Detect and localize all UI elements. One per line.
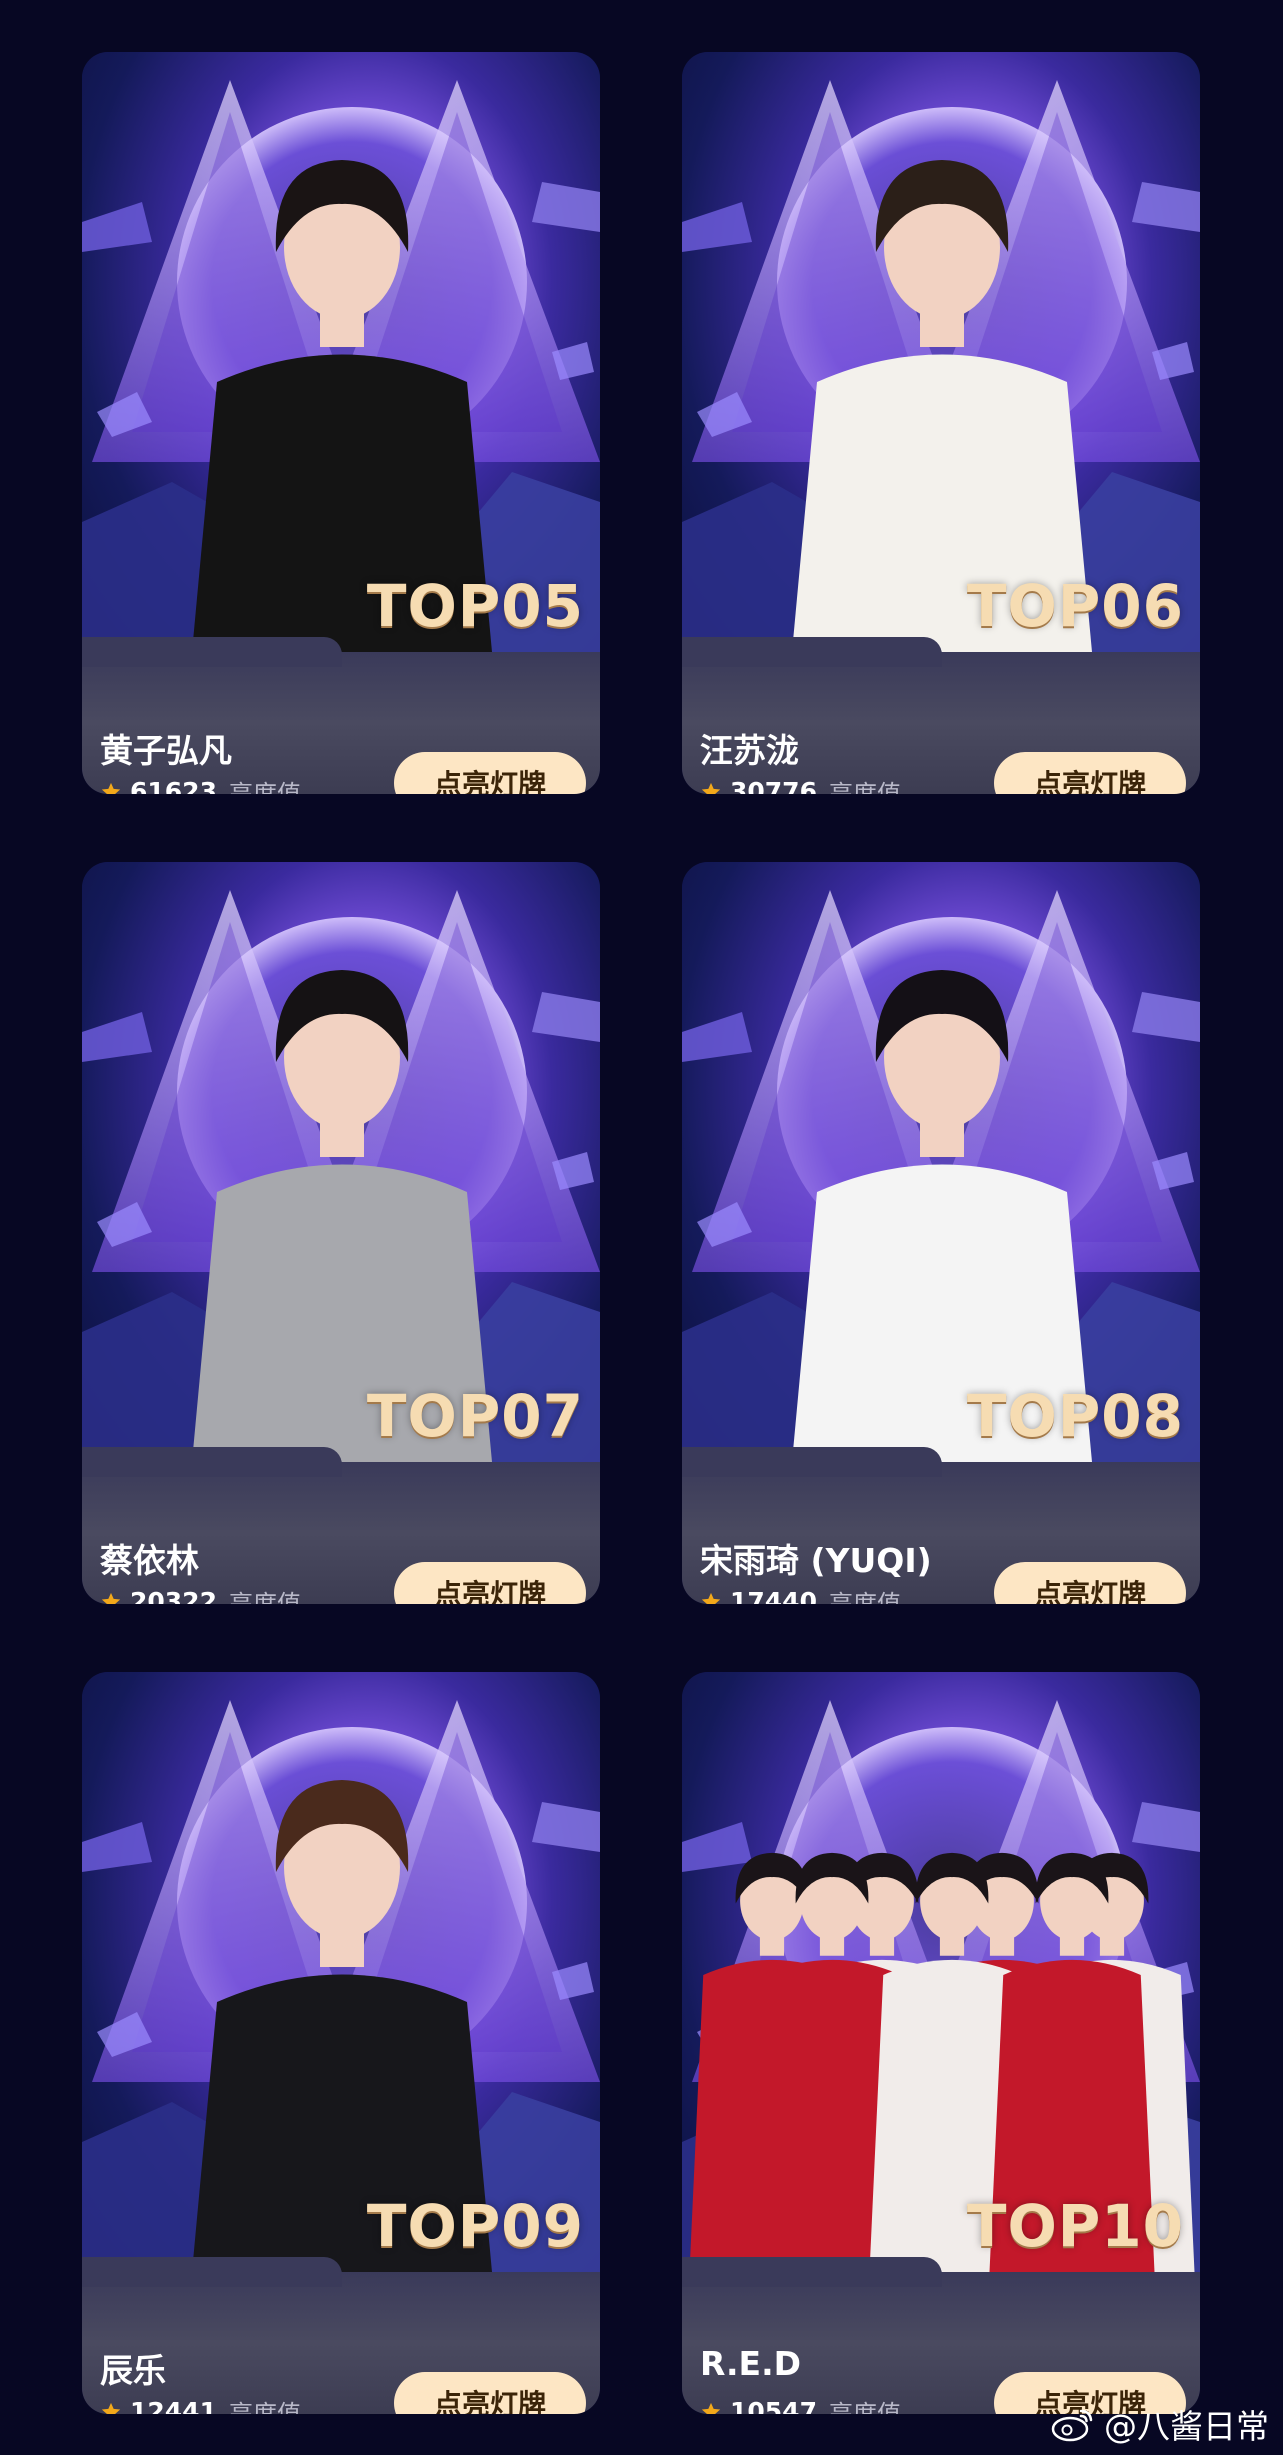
star-icon <box>701 782 721 794</box>
leaderboard-grid: TOP05 黄子弘凡 61623 亮度值 点亮灯牌 TOP06 汪苏泷 3077… <box>0 0 1283 2455</box>
score-label: 亮度值 <box>228 2400 301 2414</box>
light-up-button[interactable]: 点亮灯牌 <box>394 1562 586 1604</box>
star-icon <box>101 1592 121 1604</box>
light-up-button[interactable]: 点亮灯牌 <box>994 1562 1186 1604</box>
score-value: 10547 <box>730 2397 817 2414</box>
rank-label: TOP08 <box>966 1382 1184 1450</box>
light-up-button[interactable]: 点亮灯牌 <box>994 752 1186 794</box>
artist-name: 宋雨琦 (YUQI) <box>700 1541 932 1580</box>
artist-card[interactable]: TOP10 R.E.D 10547 亮度值 点亮灯牌 <box>682 1672 1200 2414</box>
artist-photo <box>82 52 600 652</box>
light-up-button[interactable]: 点亮灯牌 <box>394 752 586 794</box>
score-line: 17440 亮度值 <box>700 1584 901 1604</box>
rank-label: TOP05 <box>366 572 584 640</box>
star-icon <box>101 782 121 794</box>
light-up-button[interactable]: 点亮灯牌 <box>394 2372 586 2414</box>
rank-label: TOP06 <box>966 572 1184 640</box>
artist-name: R.E.D <box>700 2344 802 2383</box>
score-value: 12441 <box>130 2397 217 2414</box>
footer-notch <box>82 637 342 667</box>
artist-photo <box>82 1672 600 2272</box>
star-icon <box>101 2402 121 2414</box>
score-line: 20322 亮度值 <box>100 1584 301 1604</box>
score-label: 亮度值 <box>228 780 301 794</box>
score-line: 10547 亮度值 <box>700 2394 901 2414</box>
footer-notch <box>82 2257 342 2287</box>
score-label: 亮度值 <box>828 780 901 794</box>
artist-card[interactable]: TOP05 黄子弘凡 61623 亮度值 点亮灯牌 <box>82 52 600 794</box>
footer-notch <box>682 1447 942 1477</box>
footer-notch <box>682 637 942 667</box>
watermark-text: @八酱日常 <box>1104 2407 1269 2446</box>
artist-card[interactable]: TOP06 汪苏泷 30776 亮度值 点亮灯牌 <box>682 52 1200 794</box>
score-line: 30776 亮度值 <box>700 774 901 794</box>
artist-figure <box>192 1780 492 2272</box>
rank-label: TOP10 <box>966 2192 1184 2260</box>
score-value: 17440 <box>730 1587 817 1604</box>
artist-name: 黄子弘凡 <box>100 731 232 770</box>
artist-card[interactable]: TOP07 蔡依林 20322 亮度值 点亮灯牌 <box>82 862 600 1604</box>
watermark: @八酱日常 <box>1050 2400 1269 2448</box>
group-figure <box>689 1852 1195 2272</box>
artist-photo <box>682 52 1200 652</box>
artist-name: 蔡依林 <box>100 1541 199 1580</box>
rank-label: TOP07 <box>366 1382 584 1450</box>
artist-name: 汪苏泷 <box>700 731 799 770</box>
weibo-icon <box>1051 2409 1093 2442</box>
score-value: 30776 <box>730 777 817 794</box>
artist-card[interactable]: TOP09 辰乐 12441 亮度值 点亮灯牌 <box>82 1672 600 2414</box>
score-value: 20322 <box>130 1587 217 1604</box>
artist-figure <box>192 970 492 1462</box>
score-value: 61623 <box>130 777 217 794</box>
rank-label: TOP09 <box>366 2192 584 2260</box>
star-icon <box>701 2402 721 2414</box>
score-line: 61623 亮度值 <box>100 774 301 794</box>
footer-notch <box>682 2257 942 2287</box>
artist-figure <box>192 160 492 652</box>
score-label: 亮度值 <box>828 1590 901 1604</box>
artist-photo <box>682 1672 1200 2272</box>
artist-card[interactable]: TOP08 宋雨琦 (YUQI) 17440 亮度值 点亮灯牌 <box>682 862 1200 1604</box>
artist-figure <box>792 160 1092 652</box>
artist-name: 辰乐 <box>100 2351 166 2390</box>
star-icon <box>701 1592 721 1604</box>
score-label: 亮度值 <box>828 2400 901 2414</box>
artist-photo <box>82 862 600 1462</box>
artist-photo <box>682 862 1200 1462</box>
score-label: 亮度值 <box>228 1590 301 1604</box>
footer-notch <box>82 1447 342 1477</box>
score-line: 12441 亮度值 <box>100 2394 301 2414</box>
artist-figure <box>792 970 1092 1462</box>
